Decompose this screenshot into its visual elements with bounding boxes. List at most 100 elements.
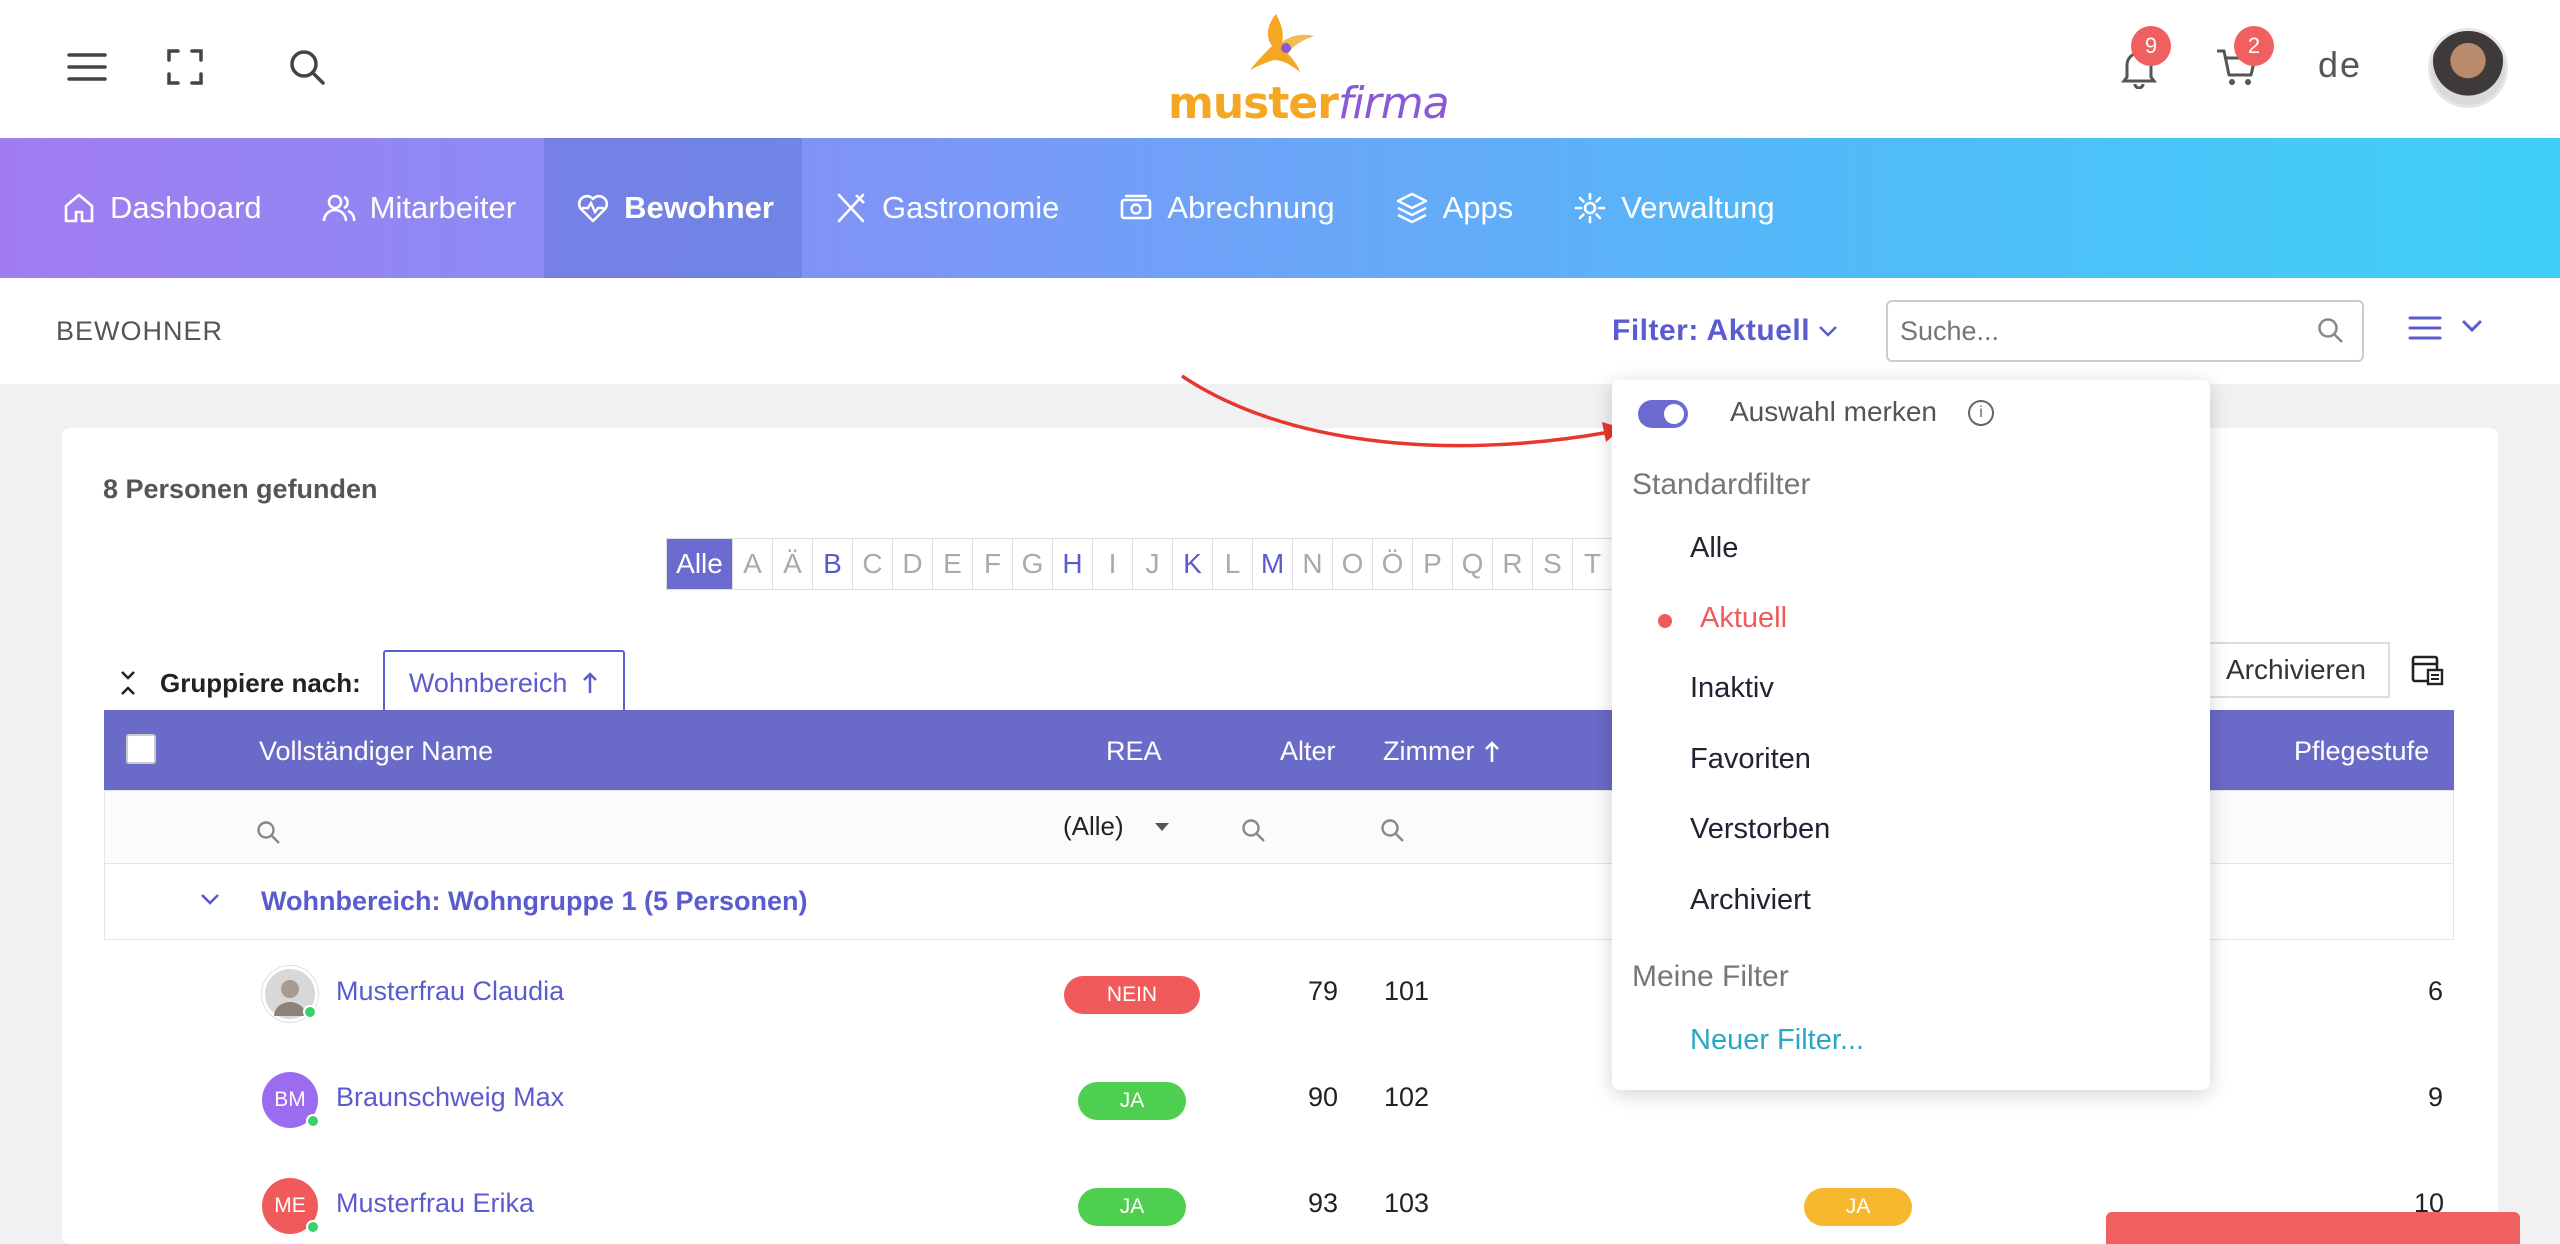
filter-option-aktuell[interactable]: Aktuell [1700,602,1787,635]
page-subheader: BEWOHNER Filter: Aktuell [0,278,2560,384]
remember-selection-label: Auswahl merken [1730,396,1937,427]
annotation-arrow [1181,374,1622,448]
alphabet-letter[interactable]: Q [1453,539,1493,589]
view-options-button[interactable] [2408,314,2488,349]
alphabet-letter[interactable]: H [1053,539,1093,589]
alphabet-letter[interactable]: P [1413,539,1453,589]
alphabet-letter[interactable]: F [973,539,1013,589]
alphabet-letter[interactable]: M [1253,539,1293,589]
room-filter-search-icon[interactable] [1379,817,1405,843]
room-cell: 103 [1384,1188,1430,1218]
resident-avatar: ME [262,1178,320,1234]
filter-option-archiviert[interactable]: Archiviert [1690,884,1811,917]
group-by-label: Gruppiere nach: [160,667,361,698]
alphabet-letter[interactable]: R [1493,539,1533,589]
filter-option-inaktiv[interactable]: Inaktiv [1690,672,1774,705]
new-filter-link[interactable]: Neuer Filter... [1690,1024,1864,1057]
alphabet-letter[interactable]: Ä [773,539,813,589]
caret-down-icon [1154,822,1169,831]
alphabet-letter[interactable]: Alle [667,539,733,589]
filter-dropdown-button[interactable]: Filter: Aktuell [1612,314,1838,348]
nav-gastronomie[interactable]: Gastronomie [802,138,1087,278]
name-filter-search-icon[interactable] [255,819,281,845]
nav-label: Verwaltung [1621,190,1775,225]
nav-label: Apps [1442,190,1514,225]
group-row-label: Wohnbereich: Wohngruppe 1 (5 Personen) [261,886,808,916]
language-switcher[interactable]: de [2318,44,2362,86]
alphabet-letter[interactable]: E [933,539,973,589]
alphabet-letter[interactable]: I [1093,539,1133,589]
age-cell: 90 [1308,1082,1339,1112]
group-by-value: Wohnbereich [408,667,568,698]
filter-option-alle[interactable]: Alle [1690,532,1738,565]
nav-mitarbeiter[interactable]: Mitarbeiter [290,138,544,278]
nav-label: Mitarbeiter [369,190,517,225]
notification-badge: 9 [2131,26,2171,66]
column-header-care-level[interactable]: Pflegestufe [2294,736,2429,767]
my-filters-heading: Meine Filter [1632,960,1789,993]
cart-badge: 2 [2234,26,2274,66]
floating-action-button[interactable] [2106,1212,2520,1244]
column-header-name[interactable]: Vollständiger Name [259,736,493,767]
alphabet-letter[interactable]: Ö [1373,539,1413,589]
archive-button[interactable]: Archivieren [2190,642,2390,698]
heart-pulse-icon [578,194,609,223]
money-icon [1121,194,1152,220]
remember-selection-toggle[interactable] [1638,400,1688,428]
filter-option-verstorben[interactable]: Verstorben [1690,813,1830,846]
group-by-chip[interactable]: Wohnbereich [382,650,626,716]
search-field-icon[interactable] [2316,316,2344,349]
nav-label: Dashboard [110,190,262,225]
alphabet-letter[interactable]: K [1173,539,1213,589]
resident-name-link[interactable]: Braunschweig Max [336,1082,564,1113]
table-row[interactable]: ME Musterfrau Erika JA 93 103 JA 10 [104,1152,2454,1244]
column-header-age[interactable]: Alter [1280,736,1336,767]
alphabet-letter[interactable]: C [853,539,893,589]
resident-name-link[interactable]: Musterfrau Erika [336,1188,534,1219]
age-filter-search-icon[interactable] [1240,817,1266,843]
nav-apps[interactable]: Apps [1363,138,1542,278]
info-icon[interactable]: i [1968,400,1994,426]
resident-name-link[interactable]: Musterfrau Claudia [336,976,564,1007]
alphabet-letter[interactable]: J [1133,539,1173,589]
fullscreen-icon[interactable] [158,40,212,94]
alphabet-letter[interactable]: L [1213,539,1253,589]
column-header-room[interactable]: Zimmer [1383,736,1500,767]
alphabet-letter[interactable]: D [893,539,933,589]
search-input[interactable] [1886,300,2364,362]
column-chooser-icon[interactable] [2410,654,2444,691]
brand-star-icon [1250,14,1314,72]
resident-avatar [262,966,318,1022]
alphabet-letter[interactable]: N [1293,539,1333,589]
chevron-down-icon[interactable] [199,892,221,908]
alphabet-letter[interactable]: B [813,539,853,589]
nav-verwaltung[interactable]: Verwaltung [1541,138,1802,278]
rea-filter-select[interactable]: (Alle) [1063,811,1170,842]
select-all-checkbox[interactable] [126,734,156,764]
alphabet-letter[interactable]: O [1333,539,1373,589]
nav-label: Abrechnung [1167,190,1335,225]
brand-logo[interactable]: musterfirma [1160,12,1450,129]
selected-indicator-dot [1658,614,1672,628]
users-icon [322,194,356,222]
alphabet-letter[interactable]: T [1573,539,1613,589]
search-icon[interactable] [280,40,334,94]
standard-filters-heading: Standardfilter [1632,468,1811,501]
nav-abrechnung[interactable]: Abrechnung [1087,138,1362,278]
online-status-dot [303,1005,317,1019]
avatar-initials: BM [274,1088,306,1111]
layers-icon [1396,192,1427,224]
sort-ascending-icon [1485,740,1500,762]
sort-ascending-icon [583,672,598,693]
hamburger-menu-icon[interactable] [60,40,114,94]
user-avatar[interactable] [2428,28,2508,108]
alphabet-letter[interactable]: G [1013,539,1053,589]
alphabet-letter[interactable]: A [733,539,773,589]
nav-bewohner[interactable]: Bewohner [544,138,802,278]
alphabet-letter[interactable]: S [1533,539,1573,589]
nav-label: Bewohner [624,190,774,225]
column-header-rea[interactable]: REA [1106,736,1162,767]
collapse-all-icon[interactable] [118,668,138,698]
filter-option-favoriten[interactable]: Favoriten [1690,743,1811,776]
nav-dashboard[interactable]: Dashboard [0,138,290,278]
